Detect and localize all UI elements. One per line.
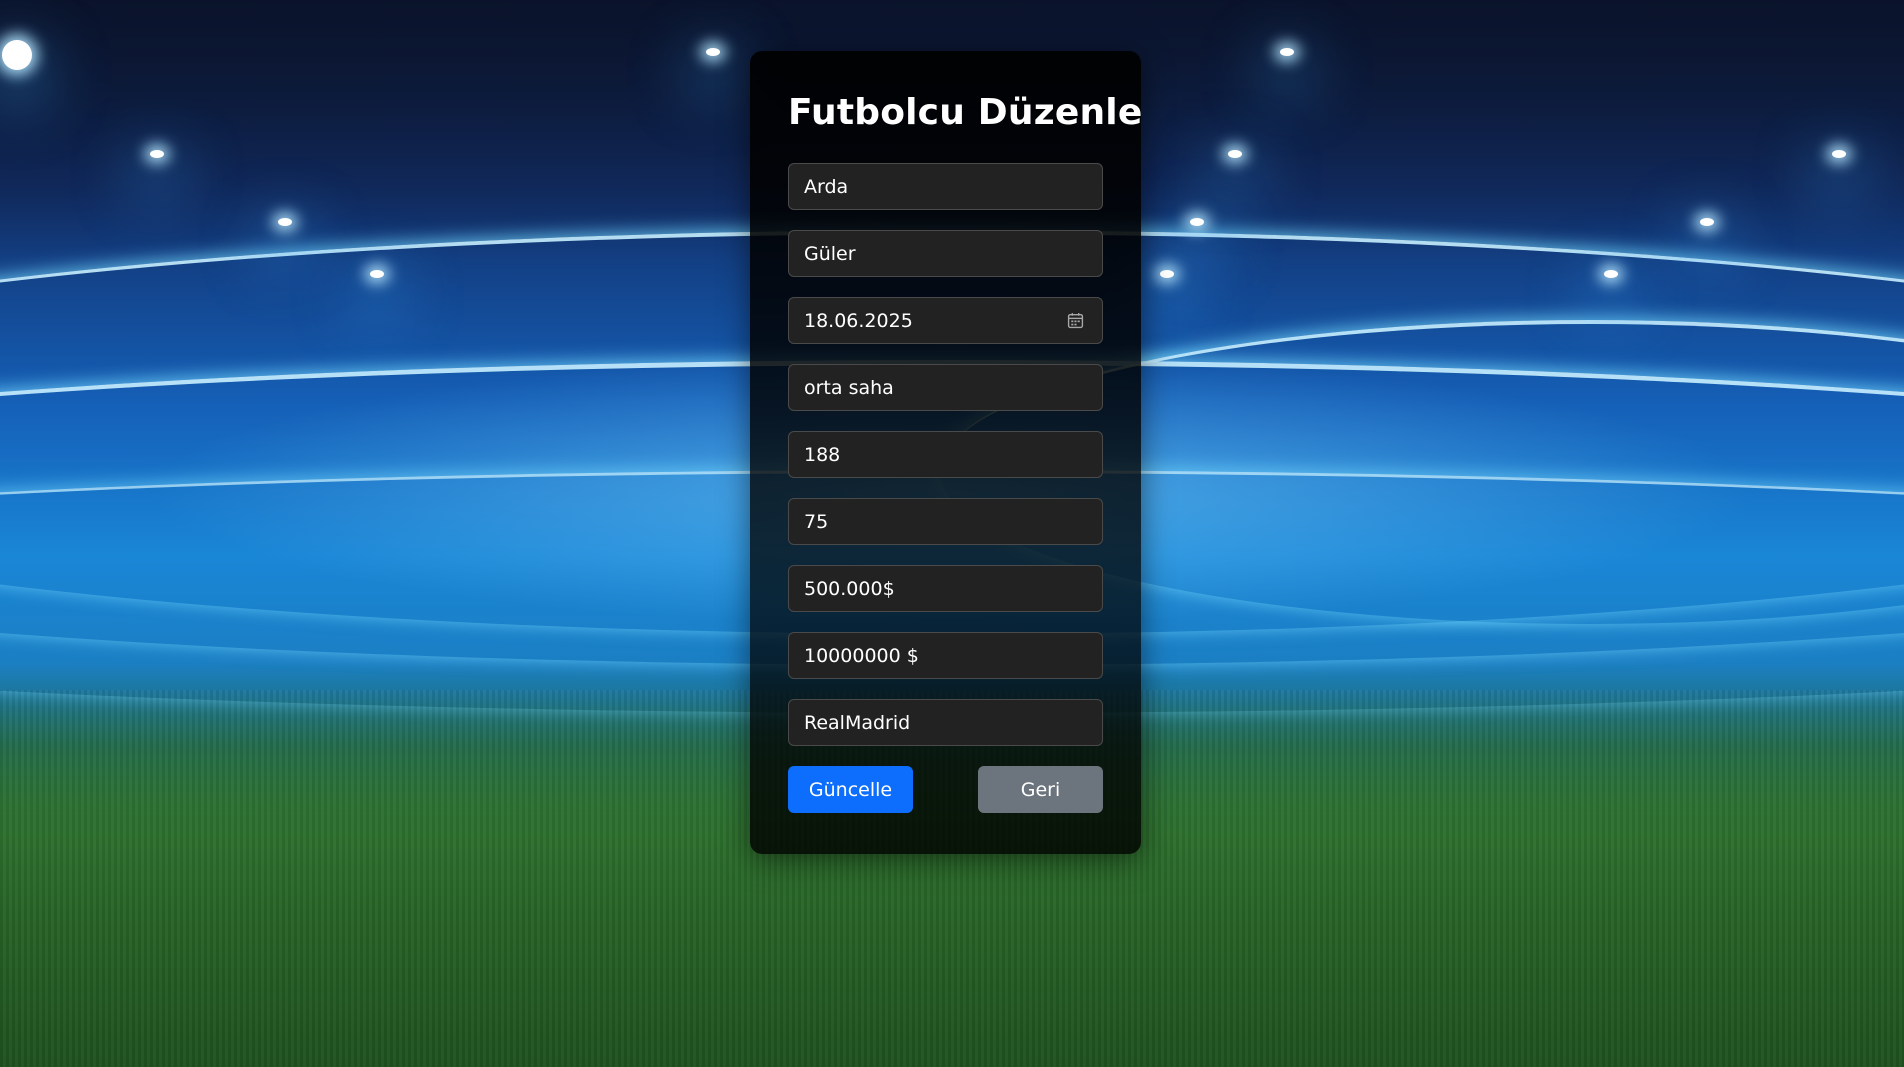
floodlight: [1832, 150, 1846, 158]
position-input[interactable]: [789, 365, 1102, 410]
floodlight: [1280, 48, 1294, 56]
height-input[interactable]: [789, 432, 1102, 477]
height-field-wrapper: [788, 431, 1103, 478]
salary-input[interactable]: [789, 566, 1102, 611]
floodlight: [2, 40, 32, 70]
back-button[interactable]: Geri: [978, 766, 1103, 813]
floodlight: [1228, 150, 1242, 158]
floodlight: [1700, 218, 1714, 226]
last-name-field-wrapper: [788, 230, 1103, 277]
salary-field-wrapper: [788, 565, 1103, 612]
weight-input[interactable]: [789, 499, 1102, 544]
last-name-input[interactable]: [789, 231, 1102, 276]
first-name-field-wrapper: [788, 163, 1103, 210]
stadium-background: Futbolcu Düzenle Arda Güler 18.06.2025 o…: [0, 0, 1904, 1067]
floodlight: [370, 270, 384, 278]
form-title: Futbolcu Düzenle: [788, 92, 1143, 133]
team-field-wrapper: [788, 699, 1103, 746]
birth-date-field-wrapper: [788, 297, 1103, 344]
team-input[interactable]: [789, 700, 1102, 745]
market-value-field-wrapper: [788, 632, 1103, 679]
floodlight: [1160, 270, 1174, 278]
floodlight: [1604, 270, 1618, 278]
floodlight: [278, 218, 292, 226]
market-value-input[interactable]: [789, 633, 1102, 678]
floodlight: [150, 150, 164, 158]
first-name-input[interactable]: [789, 164, 1102, 209]
position-field-wrapper: [788, 364, 1103, 411]
weight-field-wrapper: [788, 498, 1103, 545]
form-actions: Güncelle Geri: [788, 766, 1103, 813]
floodlight: [706, 48, 720, 56]
birth-date-input[interactable]: [789, 298, 1102, 343]
update-button[interactable]: Güncelle: [788, 766, 913, 813]
calendar-icon[interactable]: [1067, 312, 1084, 329]
floodlight: [1190, 218, 1204, 226]
edit-player-form: Futbolcu Düzenle Arda Güler 18.06.2025 o…: [750, 51, 1143, 854]
